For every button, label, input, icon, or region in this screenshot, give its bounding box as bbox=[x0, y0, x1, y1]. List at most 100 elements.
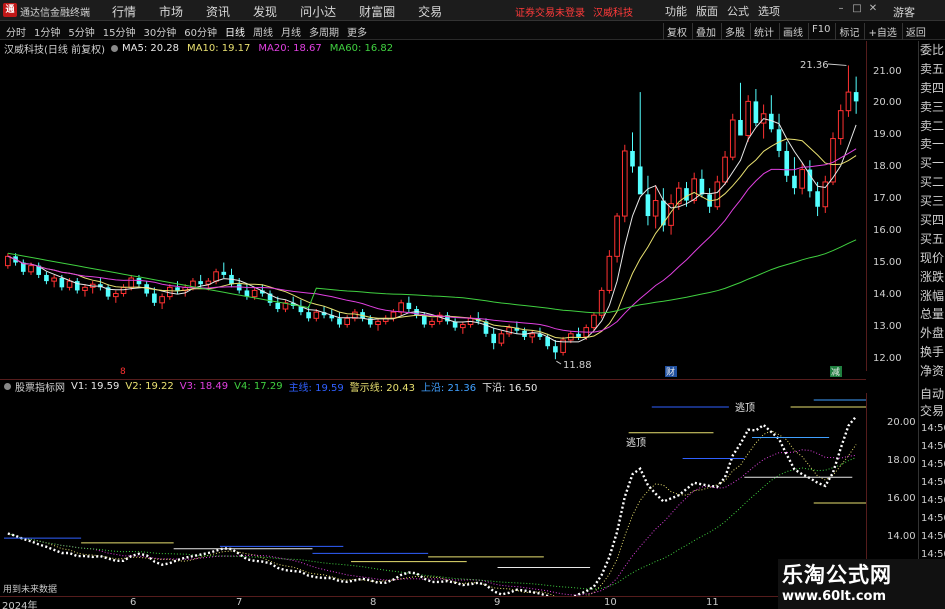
indicator-main-line bbox=[7, 415, 858, 596]
candle-body bbox=[621, 150, 628, 217]
high-price-label: 21.36 bbox=[800, 60, 829, 71]
order-book-item[interactable]: 涨跌 bbox=[919, 268, 945, 287]
close-icon[interactable]: ✕ bbox=[868, 4, 878, 14]
candle-body bbox=[251, 289, 258, 298]
date-tick: 10 bbox=[604, 597, 617, 608]
order-book-panel: 委比 卖五 卖四 卖三 卖二 卖一 买一 买二 买三 买四 买五 现价 涨跌 涨… bbox=[918, 41, 945, 386]
candle-body bbox=[815, 191, 820, 207]
price-tick: 14.00 bbox=[873, 289, 902, 300]
order-book-item[interactable]: 卖一 bbox=[919, 135, 945, 154]
escape-top-label: 逃顶 bbox=[735, 401, 755, 414]
watermark-title: 乐淘公式网 bbox=[782, 563, 892, 587]
candle-body bbox=[645, 194, 651, 217]
price-tick: 15.00 bbox=[873, 257, 902, 268]
candle-body bbox=[529, 333, 536, 338]
order-book-item[interactable]: 买三 bbox=[919, 192, 945, 211]
tool-back[interactable]: 返回 bbox=[901, 23, 929, 40]
indicator-axis: 20.00 18.00 16.00 14.00 bbox=[866, 393, 918, 578]
indicator-tick: 20.00 bbox=[887, 417, 916, 428]
candle-body bbox=[429, 320, 435, 326]
candle-body bbox=[406, 302, 412, 310]
candle-body bbox=[128, 277, 135, 288]
candle-body bbox=[853, 92, 859, 102]
order-book-item[interactable]: 外盘 bbox=[919, 324, 945, 343]
candle-body bbox=[776, 129, 782, 151]
order-book-item[interactable]: 卖二 bbox=[919, 117, 945, 136]
price-tick: 13.00 bbox=[873, 321, 902, 332]
order-book-item[interactable]: 卖五 bbox=[919, 60, 945, 79]
candle-body bbox=[684, 188, 689, 201]
candle-body bbox=[136, 278, 142, 285]
candle-body bbox=[745, 100, 751, 136]
candle-body bbox=[375, 320, 381, 326]
indicator-value: V1: 19.59 bbox=[71, 381, 120, 392]
candle-body bbox=[606, 255, 613, 291]
candle-body bbox=[306, 312, 311, 319]
date-tick: 11 bbox=[706, 597, 719, 608]
order-book-item[interactable]: 涨幅 bbox=[919, 287, 945, 306]
candle-body bbox=[630, 150, 635, 167]
event-marker-left[interactable]: 8 bbox=[120, 367, 126, 377]
order-book-item[interactable]: 卖三 bbox=[919, 98, 945, 117]
candle-body bbox=[120, 286, 127, 295]
price-tick: 17.00 bbox=[873, 193, 902, 204]
ma5-line bbox=[7, 118, 857, 343]
candle-body bbox=[714, 181, 721, 208]
order-book-item[interactable]: 总量 bbox=[919, 305, 945, 324]
order-book-item[interactable]: 买五 bbox=[919, 230, 945, 249]
indicator-value: 上沿: 21.36 bbox=[420, 383, 477, 394]
candle-body bbox=[51, 277, 57, 282]
order-book-item[interactable]: 卖四 bbox=[919, 79, 945, 98]
high-arrow bbox=[827, 63, 847, 66]
candlestick-chart[interactable]: 21.36 11.88 8 财 减 逃顶 逃顶 bbox=[0, 0, 866, 596]
future-data-hint: 用到未来数据 bbox=[3, 585, 58, 595]
tool-add-watchlist[interactable]: +自选 bbox=[864, 23, 899, 40]
order-book-item[interactable]: 买一 bbox=[919, 154, 945, 173]
escape-top-label: 逃顶 bbox=[626, 436, 646, 449]
date-tick: 6 bbox=[130, 597, 137, 608]
candle-body bbox=[313, 311, 320, 319]
ma10-line bbox=[7, 138, 857, 339]
order-book-item[interactable]: 换手 bbox=[919, 343, 945, 362]
indicator-value: V3: 18.49 bbox=[179, 381, 229, 392]
candle-body bbox=[82, 286, 88, 291]
candle-body bbox=[576, 333, 581, 337]
candle-body bbox=[637, 166, 643, 195]
candle-body bbox=[44, 274, 49, 282]
candle-body bbox=[722, 156, 728, 183]
candle-body bbox=[491, 333, 497, 344]
price-axis: 21.00 20.00 19.00 18.00 17.00 16.00 15.0… bbox=[866, 41, 918, 371]
candle-body bbox=[553, 346, 558, 353]
candle-body bbox=[421, 315, 427, 325]
time-tick: 14:50 bbox=[921, 531, 945, 542]
candle-body bbox=[591, 314, 597, 329]
candle-body bbox=[344, 317, 350, 326]
order-book-item[interactable]: 现价 bbox=[919, 249, 945, 268]
price-tick: 19.00 bbox=[873, 129, 902, 140]
candle-body bbox=[213, 271, 219, 282]
event-marker-finance[interactable]: 财 bbox=[666, 366, 675, 378]
indicator-value: V4: 17.29 bbox=[234, 381, 283, 392]
order-book-item[interactable]: 净资 bbox=[919, 362, 945, 381]
indicator-tick: 18.00 bbox=[887, 455, 916, 466]
indicator-settings-icon[interactable] bbox=[4, 383, 11, 390]
candle-body bbox=[166, 286, 173, 298]
candle-body bbox=[691, 178, 698, 202]
auto-trade-label[interactable]: 交易 bbox=[919, 403, 945, 420]
indicator-time-column: 14:50 14:50 14:50 14:50 14:50 14:50 14:5… bbox=[918, 420, 945, 580]
event-marker-reduce[interactable]: 减 bbox=[831, 366, 840, 378]
indicator-name[interactable]: 股票指标网 bbox=[15, 379, 65, 394]
order-book-item[interactable]: 买二 bbox=[919, 173, 945, 192]
auto-trade-label[interactable]: 自动 bbox=[919, 386, 945, 403]
time-tick: 14:50 bbox=[921, 423, 945, 434]
candle-body bbox=[244, 290, 250, 297]
time-tick: 14:50 bbox=[921, 459, 945, 470]
candle-body bbox=[28, 265, 34, 273]
order-book-item[interactable]: 买四 bbox=[919, 211, 945, 230]
candle-body bbox=[152, 293, 157, 303]
guest-label[interactable]: 游客 bbox=[893, 4, 915, 20]
low-arrow bbox=[556, 360, 562, 365]
candle-body bbox=[175, 287, 180, 291]
order-book-item[interactable]: 委比 bbox=[919, 41, 945, 60]
candle-body bbox=[59, 278, 65, 288]
